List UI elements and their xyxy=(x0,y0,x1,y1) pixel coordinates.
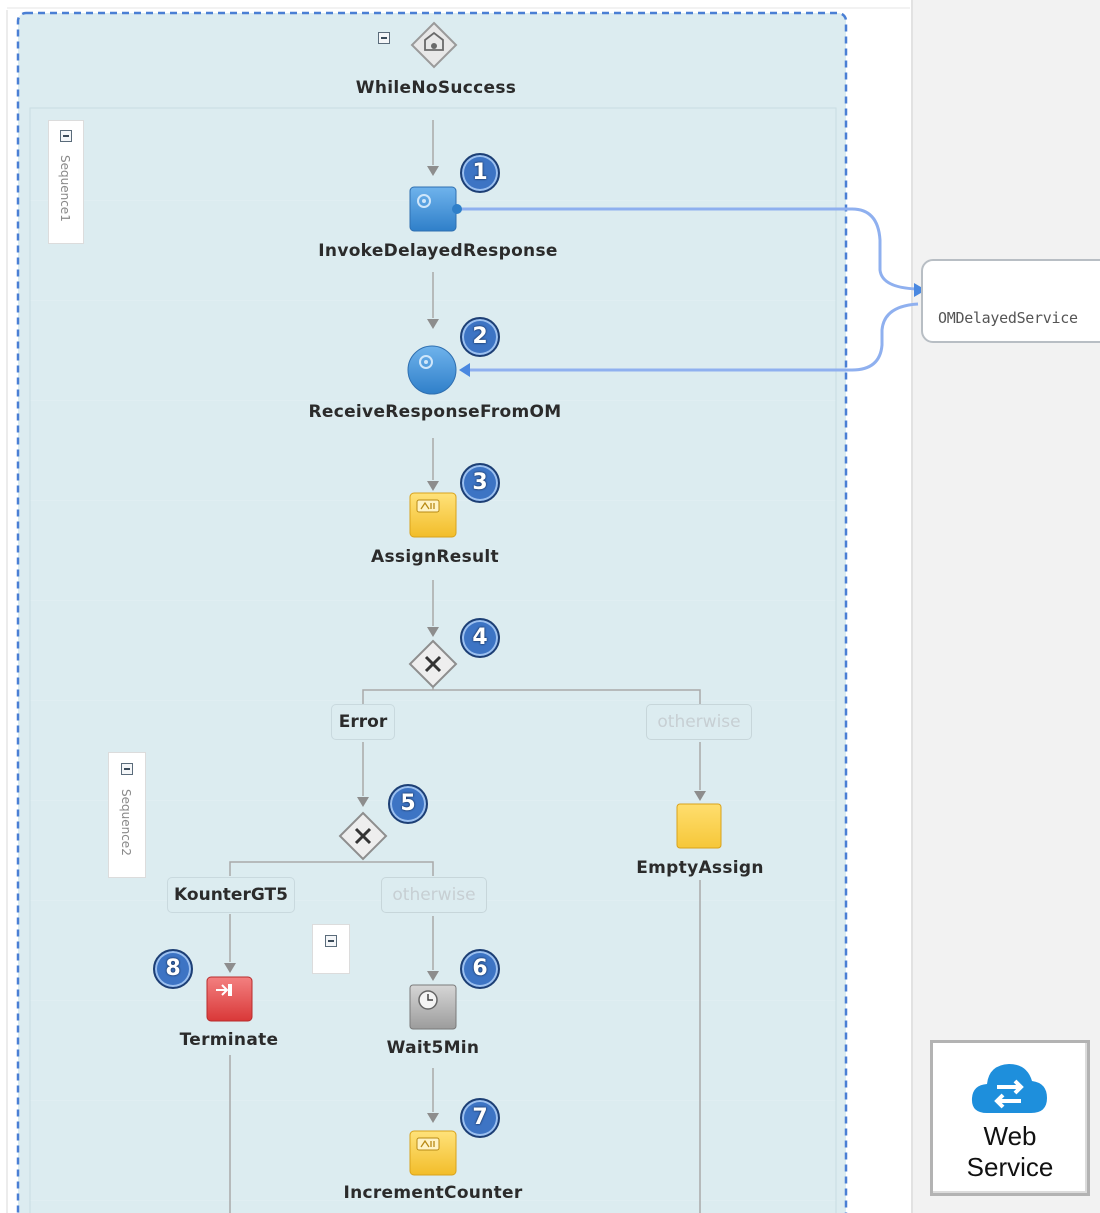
step-badge: 8 xyxy=(153,949,193,989)
terminate-label: Terminate xyxy=(179,1030,279,1050)
branch-error[interactable]: Error xyxy=(331,704,395,740)
bpel-canvas xyxy=(6,0,1100,1213)
assign-result-label: AssignResult xyxy=(371,547,499,567)
partner-link-label: OMDelayedService xyxy=(938,309,1078,327)
step-badge: 5 xyxy=(388,784,428,824)
while-label: WhileNoSuccess xyxy=(355,78,517,98)
receive-label: ReceiveResponseFromOM xyxy=(308,402,562,422)
wait-label: Wait5Min xyxy=(386,1038,480,1058)
branch-kounter[interactable]: KounterGT5 xyxy=(167,877,295,913)
collapse-icon[interactable] xyxy=(325,935,337,947)
branch-otherwise[interactable]: otherwise xyxy=(646,704,752,740)
assign-icon[interactable] xyxy=(409,492,457,538)
sequence3-tab[interactable] xyxy=(312,924,350,974)
cloud-exchange-icon xyxy=(971,1064,1047,1113)
web-service-button[interactable]: Web Service xyxy=(930,1040,1090,1196)
step-badge: 1 xyxy=(460,153,500,193)
receive-icon[interactable] xyxy=(407,345,457,395)
branch-otherwise[interactable]: otherwise xyxy=(381,877,487,913)
invoke-icon[interactable] xyxy=(409,186,462,232)
sequence1-tab[interactable]: Sequence1 xyxy=(48,120,84,244)
sequence1-label: Sequence1 xyxy=(58,155,72,222)
web-service-label: Web Service xyxy=(966,1121,1054,1182)
terminate-icon[interactable] xyxy=(206,976,253,1022)
wait-icon[interactable] xyxy=(409,984,457,1030)
empty-assign-icon[interactable] xyxy=(676,803,722,849)
sequence2-label: Sequence2 xyxy=(119,789,133,856)
empty-assign-label: EmptyAssign xyxy=(636,858,764,878)
collapse-icon[interactable] xyxy=(60,130,72,142)
collapse-icon[interactable] xyxy=(121,763,133,775)
step-badge: 2 xyxy=(460,317,500,357)
step-badge: 6 xyxy=(460,949,500,989)
right-panel xyxy=(912,0,1100,1213)
step-badge: 4 xyxy=(460,618,500,658)
sequence2-tab[interactable]: Sequence2 xyxy=(108,752,146,878)
invoke-label: InvokeDelayedResponse xyxy=(318,241,558,261)
partner-link-om-delayed-service[interactable] xyxy=(921,259,1100,343)
increment-label: IncrementCounter xyxy=(343,1183,523,1203)
collapse-icon[interactable] xyxy=(378,32,390,44)
step-badge: 3 xyxy=(460,463,500,503)
step-badge: 7 xyxy=(460,1098,500,1138)
assign-icon[interactable] xyxy=(409,1130,457,1176)
